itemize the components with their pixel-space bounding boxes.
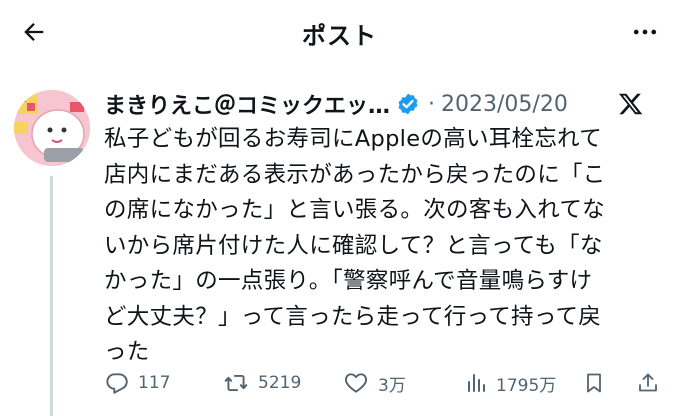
like-button[interactable]: 3万 (342, 366, 406, 400)
retweet-button[interactable]: 5219 (222, 366, 301, 400)
more-dots-icon (633, 29, 657, 35)
tweet-line: いから席片付けた人に確認して？と言っても「な (104, 232, 603, 259)
verified-badge-icon (396, 92, 420, 116)
thread-line (50, 176, 53, 416)
heart-icon (344, 373, 368, 393)
like-count: 3万 (378, 375, 406, 396)
share-button[interactable] (636, 366, 660, 400)
avatar-illustration (14, 90, 90, 166)
tweet-line: の席になかった」と言い張る。次の客も入れてな (104, 197, 605, 223)
post-date[interactable]: 2023/05/20 (441, 92, 568, 117)
share-icon (639, 373, 657, 392)
bookmark-icon (587, 373, 601, 393)
bookmark-button[interactable] (582, 366, 606, 400)
tweet-line: 私子どもが回るお寿司にAppleの高い耳栓忘れて (104, 126, 603, 152)
tweet-text: 私子どもが回るお寿司にAppleの高い耳栓忘れて 店内にまだある表示があったから… (104, 122, 672, 371)
views-bar-chart-icon (468, 374, 485, 392)
top-bar: ポスト (0, 0, 679, 64)
views-button[interactable]: 1795万 (464, 366, 556, 400)
retweet-icon (224, 374, 248, 392)
reply-count: 117 (138, 373, 171, 393)
user-name[interactable]: まきりえこ＠コミックエッ… (104, 88, 390, 120)
avatar[interactable] (14, 90, 90, 166)
retweet-count: 5219 (258, 373, 302, 393)
reply-button[interactable]: 117 (104, 366, 170, 400)
separator-dot: · (428, 91, 436, 117)
view-count: 1795万 (496, 375, 557, 396)
tweet-line: ど大丈夫？」って言ったら走って行って持って戻 (104, 303, 602, 330)
tweet-header: まきりえこ＠コミックエッ… · 2023/05/20 (104, 86, 665, 122)
more-button[interactable] (625, 12, 665, 52)
action-bar: 117 5219 3万 1795万 (104, 366, 664, 400)
page-title: ポスト (302, 22, 377, 50)
tweet-line: かった」の一点張り。「警察呼んで音量鳴らすけ (104, 268, 593, 294)
reply-icon (106, 373, 128, 394)
tweet-line: 店内にまだある表示があったから戻ったのに「こ (104, 161, 606, 188)
x-logo-icon (617, 86, 645, 122)
